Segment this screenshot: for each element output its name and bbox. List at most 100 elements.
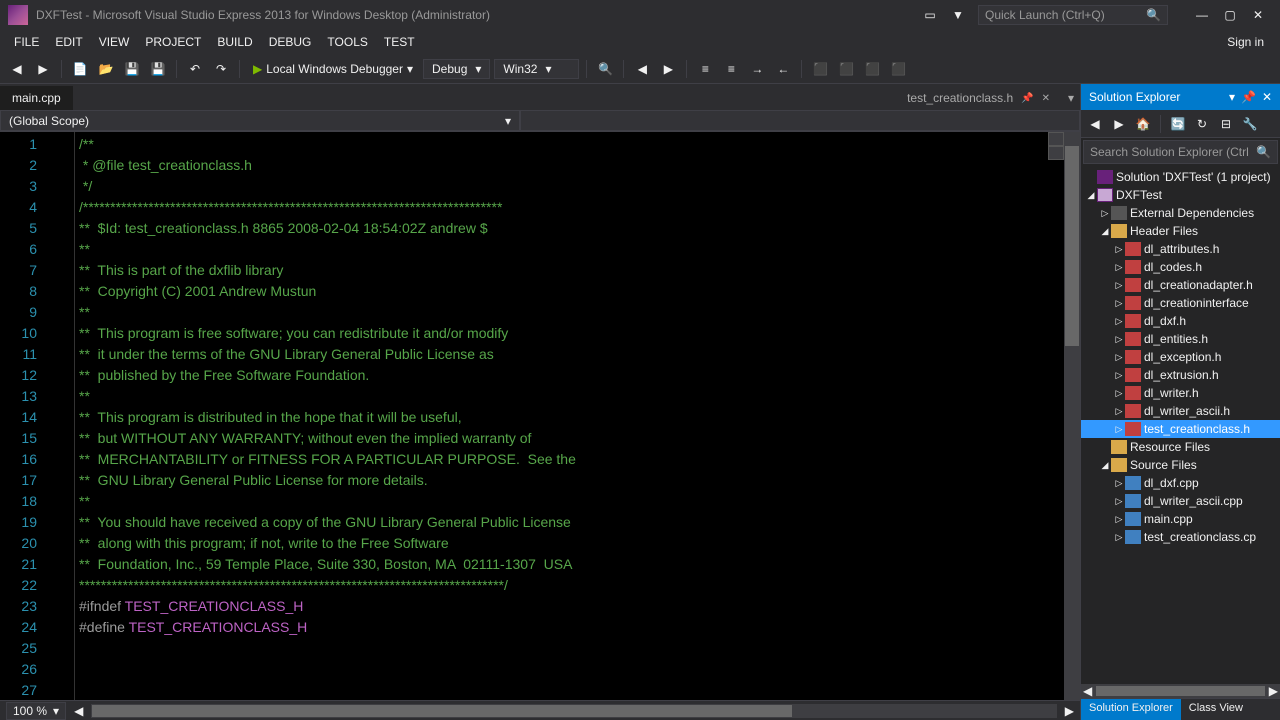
scroll-left-button[interactable]: ◀ [74,704,83,718]
expand-icon[interactable]: ◢ [1099,226,1111,237]
outdent-button[interactable]: ← [772,58,794,80]
scroll-right-button[interactable]: ▶ [1065,704,1074,718]
zoom-dropdown[interactable]: 100 % ▾ [6,702,66,720]
code-line[interactable]: ** GNU Library General Public License fo… [79,470,1064,491]
signin-link[interactable]: Sign in [1227,35,1264,49]
tab-dropdown[interactable]: ▾ [1062,86,1080,110]
code-line[interactable]: ** [79,491,1064,512]
outline-margin[interactable] [45,132,75,700]
open-button[interactable]: 📂 [95,58,117,80]
expand-icon[interactable]: ▷ [1113,388,1125,399]
new-project-button[interactable]: 📄 [69,58,91,80]
redo-button[interactable]: ↷ [210,58,232,80]
expand-icon[interactable]: ▷ [1113,496,1125,507]
expand-icon[interactable]: ▷ [1113,424,1125,435]
solution-tree[interactable]: Solution 'DXFTest' (1 project)◢DXFTest▷E… [1081,166,1280,684]
code-line[interactable]: */ [79,176,1064,197]
source-file-item[interactable]: ▷dl_dxf.cpp [1081,474,1280,492]
feedback-icon[interactable]: ▭ [922,7,938,23]
code-line[interactable]: #define TEST_CREATIONCLASS_H [79,617,1064,638]
code-line[interactable]: * @file test_creationclass.h [79,155,1064,176]
refresh-button[interactable]: ↻ [1192,114,1212,134]
menu-build[interactable]: BUILD [209,32,260,52]
split-button[interactable] [1048,132,1064,146]
config-dropdown[interactable]: Debug ▾ [423,59,490,79]
tab-test-creationclass-h[interactable]: test_creationclass.h 📌 ✕ [895,86,1062,110]
header-file-item[interactable]: ▷dl_writer_ascii.h [1081,402,1280,420]
header-file-item[interactable]: ▷dl_entities.h [1081,330,1280,348]
menu-debug[interactable]: DEBUG [261,32,320,52]
header-file-item[interactable]: ▷dl_writer.h [1081,384,1280,402]
code-line[interactable]: ** published by the Free Software Founda… [79,365,1064,386]
expand-icon[interactable]: ▷ [1113,532,1125,543]
code-line[interactable]: ** You should have received a copy of th… [79,512,1064,533]
project-node[interactable]: ◢DXFTest [1081,186,1280,204]
code-line[interactable]: ** $Id: test_creationclass.h 8865 2008-0… [79,218,1064,239]
close-icon[interactable]: ✕ [1262,90,1272,104]
close-icon[interactable]: ✕ [1042,93,1050,104]
expand-icon[interactable]: ▷ [1113,478,1125,489]
minimize-button[interactable]: — [1188,5,1216,25]
expand-icon[interactable]: ◢ [1085,190,1097,201]
external-deps-node[interactable]: ▷External Dependencies [1081,204,1280,222]
scroll-thumb[interactable] [92,705,792,717]
menu-tools[interactable]: TOOLS [319,32,375,52]
code-line[interactable]: ** Copyright (C) 2001 Andrew Mustun [79,281,1064,302]
code-line[interactable]: ** [79,386,1064,407]
tab-main-cpp[interactable]: main.cpp [0,86,73,110]
code-line[interactable]: ** This program is free software; you ca… [79,323,1064,344]
expand-icon[interactable]: ▷ [1113,406,1125,417]
code-line[interactable]: ** Foundation, Inc., 59 Temple Place, Su… [79,554,1064,575]
member-dropdown[interactable] [520,110,1080,131]
menu-edit[interactable]: EDIT [47,32,90,52]
comment-button[interactable]: ≡ [694,58,716,80]
header-file-item[interactable]: ▷dl_creationadapter.h [1081,276,1280,294]
scroll-up-button[interactable] [1048,146,1064,160]
menu-view[interactable]: VIEW [91,32,138,52]
nav-back-button[interactable]: ◀ [6,58,28,80]
source-file-item[interactable]: ▷main.cpp [1081,510,1280,528]
code-line[interactable]: /** [79,134,1064,155]
code-line[interactable]: /***************************************… [79,197,1064,218]
expand-icon[interactable]: ▷ [1099,208,1111,219]
find-button[interactable]: 🔍 [594,58,616,80]
menu-project[interactable]: PROJECT [137,32,209,52]
properties-button[interactable]: 🔧 [1240,114,1260,134]
menu-file[interactable]: FILE [6,32,47,52]
expand-icon[interactable]: ◢ [1099,460,1111,471]
code-line[interactable]: ** along with this program; if not, writ… [79,533,1064,554]
code-line[interactable]: ** but WITHOUT ANY WARRANTY; without eve… [79,428,1064,449]
code-line[interactable]: ** This is part of the dxflib library [79,260,1064,281]
code-editor[interactable]: 1234567891011121314151617181920212223242… [0,132,1080,700]
save-button[interactable]: 💾 [121,58,143,80]
prev-bookmark-button[interactable]: ⬛ [835,58,857,80]
expand-icon[interactable]: ▷ [1113,352,1125,363]
expand-icon[interactable]: ▷ [1113,262,1125,273]
header-file-item[interactable]: ▷dl_extrusion.h [1081,366,1280,384]
save-all-button[interactable]: 💾 [147,58,169,80]
tab-solution-explorer[interactable]: Solution Explorer [1081,699,1181,720]
solution-node[interactable]: Solution 'DXFTest' (1 project) [1081,168,1280,186]
maximize-button[interactable]: ▢ [1216,5,1244,25]
expand-icon[interactable]: ▷ [1113,334,1125,345]
header-file-item[interactable]: ▷dl_codes.h [1081,258,1280,276]
fwd-button[interactable]: ▶ [1109,114,1129,134]
uncomment-button[interactable]: ≡ [720,58,742,80]
code-line[interactable]: ** This program is distributed in the ho… [79,407,1064,428]
code-line[interactable]: ** MERCHANTABILITY or FITNESS FOR A PART… [79,449,1064,470]
pin-icon[interactable]: 📌 [1241,90,1256,104]
code-line[interactable]: ** [79,239,1064,260]
next-bookmark-button[interactable]: ⬛ [861,58,883,80]
bookmark-button[interactable]: ⬛ [809,58,831,80]
undo-button[interactable]: ↶ [184,58,206,80]
header-file-item[interactable]: ▷dl_exception.h [1081,348,1280,366]
code-line[interactable]: ** it under the terms of the GNU Library… [79,344,1064,365]
solution-h-scrollbar[interactable]: ◀ ▶ [1081,684,1280,698]
scope-dropdown[interactable]: (Global Scope) ▾ [0,110,520,131]
source-file-item[interactable]: ▷test_creationclass.cp [1081,528,1280,546]
dropdown-icon[interactable]: ▾ [1229,90,1235,104]
tab-class-view[interactable]: Class View [1181,699,1251,720]
indent-button[interactable]: → [746,58,768,80]
header-file-item[interactable]: ▷dl_creationinterface [1081,294,1280,312]
home-button[interactable]: 🏠 [1133,114,1153,134]
